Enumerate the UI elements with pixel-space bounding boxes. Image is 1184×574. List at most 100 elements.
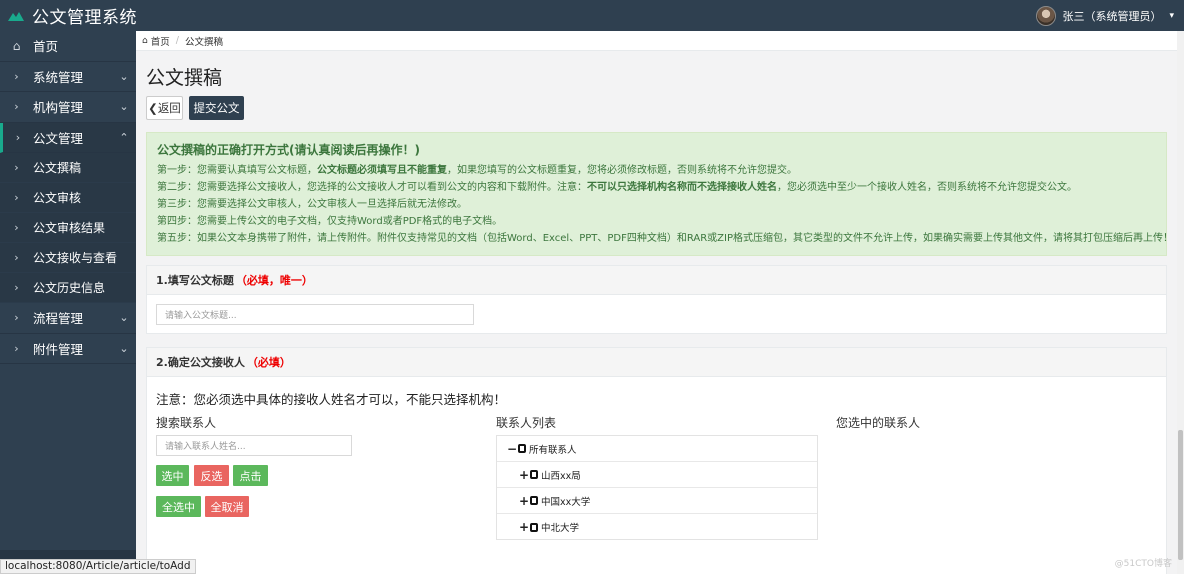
document-title-input[interactable]: 请输入公文标题... bbox=[156, 304, 474, 325]
contact-search-input[interactable]: 请输入联系人姓名... bbox=[156, 435, 352, 456]
checkbox-icon[interactable] bbox=[530, 470, 538, 479]
sidebar-item-label: 附件管理 bbox=[33, 341, 84, 357]
instruction-step-3: 第三步：您需要选择公文审核人，公文审核人一旦选择后就无法修改。 bbox=[157, 199, 467, 210]
collapse-icon[interactable]: − bbox=[507, 442, 517, 456]
breadcrumb-home[interactable]: 首页 bbox=[151, 34, 170, 48]
tree-node-org[interactable]: + 中国xx大学 bbox=[497, 488, 817, 514]
breadcrumb: ⌂ 首页 / 公文撰稿 bbox=[136, 31, 1177, 51]
chevron-right-icon: › bbox=[14, 281, 19, 294]
chevron-down-icon: ⌄ bbox=[119, 100, 129, 114]
sidebar-item-system[interactable]: › 系统管理 ⌄ bbox=[0, 62, 136, 92]
chevron-right-icon: › bbox=[14, 161, 19, 174]
app-title: 公文管理系统 bbox=[32, 8, 137, 28]
avatar bbox=[1036, 5, 1057, 26]
sidebar-item-attachment[interactable]: › 附件管理 ⌄ bbox=[0, 334, 136, 364]
chevron-right-icon: › bbox=[14, 191, 19, 204]
home-icon: ⌂ bbox=[12, 38, 21, 53]
sidebar-item-label: 流程管理 bbox=[33, 311, 84, 327]
sidebar-subitem-label: 公文审核 bbox=[33, 191, 82, 205]
step-text: 第二步：您需要选择公文接收人，您选择的公文接收人才可以看到公文的内容和下载附件。… bbox=[157, 182, 587, 193]
chevron-down-icon: ⌄ bbox=[119, 311, 129, 325]
instruction-step-2: 第二步：您需要选择公文接收人，您选择的公文接收人才可以看到公文的内容和下载附件。… bbox=[157, 179, 1156, 196]
sidebar-item-home[interactable]: ⌂ 首页 bbox=[0, 31, 136, 62]
back-button[interactable]: ❮ 返回 bbox=[146, 96, 183, 120]
submit-document-button[interactable]: 提交公文 bbox=[189, 96, 244, 120]
chevron-down-icon: ⌄ bbox=[119, 341, 129, 355]
select-all-button[interactable]: 全选中 bbox=[156, 496, 201, 517]
step-emphasis: 公文标题必须填写且不能重复 bbox=[317, 165, 447, 176]
checkbox-icon[interactable] bbox=[518, 444, 526, 453]
checkbox-icon[interactable] bbox=[530, 496, 538, 505]
section-heading: 2.确定公文接收人 bbox=[156, 356, 245, 369]
sidebar-item-label: 系统管理 bbox=[33, 69, 84, 85]
invert-selection-button[interactable]: 反选 bbox=[194, 465, 229, 486]
tree-node-label: 中国xx大学 bbox=[541, 496, 591, 508]
tree-node-org[interactable]: + 中北大学 bbox=[497, 514, 817, 540]
sidebar-subitem-review-result[interactable]: › 公文审核结果 bbox=[0, 213, 136, 243]
status-bar-url: localhost:8080/Article/article/toAdd bbox=[0, 559, 196, 574]
sidebar-subitem-label: 公文接收与查看 bbox=[33, 251, 118, 265]
step-text: ，如果您填写的公文标题重复，您将必须修改标题，否则系统将不允许您提交。 bbox=[447, 165, 797, 176]
chevron-right-icon: › bbox=[14, 221, 19, 234]
tree-node-all[interactable]: − 所有联系人 bbox=[497, 436, 817, 462]
chevron-down-icon: ▾ bbox=[1169, 10, 1174, 21]
step-text: ，您必须选中至少一个接收人姓名，否则系统将不允许您提交公文。 bbox=[777, 182, 1077, 193]
sidebar-subitem-history[interactable]: › 公文历史信息 bbox=[0, 273, 136, 303]
brand[interactable]: 公文管理系统 bbox=[0, 0, 137, 31]
chevron-up-icon: ⌃ bbox=[119, 130, 129, 144]
expand-icon[interactable]: + bbox=[519, 520, 529, 534]
user-menu[interactable]: 张三（系统管理员） ▾ bbox=[1036, 0, 1174, 31]
chevron-right-icon: › bbox=[14, 100, 19, 114]
breadcrumb-current: 公文撰稿 bbox=[184, 36, 223, 48]
contacts-list-title: 联系人列表 bbox=[496, 416, 557, 430]
sidebar-subitem-draft[interactable]: › 公文撰稿 bbox=[0, 153, 136, 183]
recipient-panel: 2.确定公文接收人 （必填） 注意：您必须选中具体的接收人姓名才可以，不能只选择… bbox=[146, 347, 1167, 574]
select-button[interactable]: 选中 bbox=[156, 465, 189, 486]
required-badge: （必填） bbox=[246, 356, 291, 369]
recipient-panel-heading: 2.确定公文接收人 （必填） bbox=[147, 348, 1166, 377]
tree-node-label: 中北大学 bbox=[541, 523, 580, 534]
click-button[interactable]: 点击 bbox=[233, 465, 268, 486]
instruction-step-4: 第四步：您需要上传公文的电子文档，仅支持Word或者PDF格式的电子文档。 bbox=[157, 216, 503, 227]
chevron-down-icon: ⌄ bbox=[119, 69, 129, 83]
sidebar-item-label: 首页 bbox=[33, 39, 59, 55]
sidebar-item-document[interactable]: › 公文管理 ⌃ bbox=[0, 122, 136, 153]
page-scrollbar[interactable] bbox=[1177, 31, 1184, 574]
chevron-right-icon: › bbox=[14, 69, 19, 83]
sidebar-item-organization[interactable]: › 机构管理 ⌄ bbox=[0, 92, 136, 123]
checkbox-icon[interactable] bbox=[530, 522, 538, 532]
title-panel-heading: 1.填写公文标题 （必填，唯一） bbox=[147, 266, 1166, 295]
tree-node-org[interactable]: + 山西xx局 bbox=[497, 462, 817, 488]
sidebar-subitem-label: 公文撰稿 bbox=[33, 161, 82, 175]
tree-node-label: 山西xx局 bbox=[541, 470, 581, 482]
instructions-title: 公文撰稿的正确打开方式(请认真阅读后再操作！) bbox=[157, 143, 420, 157]
sidebar: ⌂ 首页 › 系统管理 ⌄ › 机构管理 ⌄ › 公文管理 ⌃ › 公文撰稿 ›… bbox=[0, 31, 136, 574]
sidebar-subitem-review[interactable]: › 公文审核 bbox=[0, 183, 136, 213]
sidebar-subitem-receive[interactable]: › 公文接收与查看 bbox=[0, 243, 136, 273]
sidebar-subitem-label: 公文审核结果 bbox=[33, 221, 106, 235]
chevron-right-icon: › bbox=[14, 341, 19, 355]
search-contacts-title: 搜索联系人 bbox=[156, 416, 217, 430]
expand-icon[interactable]: + bbox=[519, 494, 529, 508]
sidebar-subitem-label: 公文历史信息 bbox=[33, 281, 106, 295]
sidebar-item-workflow[interactable]: › 流程管理 ⌄ bbox=[0, 303, 136, 334]
sidebar-item-label: 公文管理 bbox=[33, 130, 84, 146]
sidebar-item-label: 机构管理 bbox=[33, 100, 84, 116]
deselect-all-button[interactable]: 全取消 bbox=[205, 496, 249, 517]
scrollbar-thumb[interactable] bbox=[1178, 430, 1183, 560]
instructions-alert: 公文撰稿的正确打开方式(请认真阅读后再操作！) 第一步：您需要认真填写公文标题，… bbox=[146, 132, 1173, 256]
chevron-right-icon: › bbox=[14, 311, 19, 325]
logo-icon bbox=[8, 11, 24, 21]
chevron-right-icon: › bbox=[14, 251, 19, 264]
instruction-step-1: 第一步：您需要认真填写公文标题，公文标题必须填写且不能重复，如果您填写的公文标题… bbox=[157, 162, 1156, 179]
page-title: 公文撰稿 bbox=[146, 67, 223, 89]
chevron-right-icon: › bbox=[15, 130, 21, 144]
main-content: ⌂ 首页 / 公文撰稿 公文撰稿 ❮ 返回 提交公文 公文撰稿的正确打开方式(请… bbox=[136, 31, 1177, 574]
recipient-note: 注意：您必须选中具体的接收人姓名才可以，不能只选择机构！ bbox=[156, 392, 507, 407]
section-heading: 1.填写公文标题 bbox=[156, 274, 234, 287]
expand-icon[interactable]: + bbox=[519, 468, 529, 482]
chevron-left-icon: ❮ bbox=[148, 101, 158, 115]
tree-node-label: 所有联系人 bbox=[529, 444, 577, 456]
watermark: @51CTO博客 bbox=[1114, 559, 1172, 569]
contacts-tree: − 所有联系人 + 山西xx局 + 中国xx大学 + 中北大学 bbox=[496, 435, 818, 540]
